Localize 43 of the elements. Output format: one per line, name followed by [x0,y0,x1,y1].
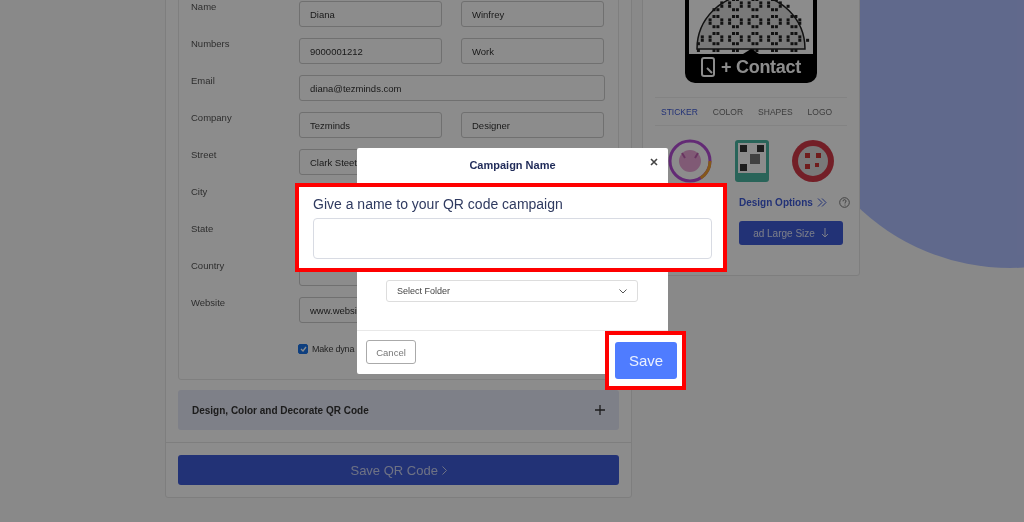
field-label: Street [191,148,218,162]
field-label: Country [191,259,226,273]
field-label: Name [191,0,218,14]
checkbox-label: Make dyna [312,344,355,354]
sticker-thumbnail[interactable] [668,139,712,183]
save-qr-button[interactable]: Save QR Code [178,455,619,485]
sticker-caption: + Contact [721,56,801,78]
field-label: Numbers [191,37,231,51]
sticker-thumbnail[interactable] [791,139,835,183]
close-icon[interactable] [648,156,660,168]
field-label: State [191,222,215,236]
field-label: Email [191,74,216,88]
input-field[interactable] [313,218,712,259]
field-label: City [191,185,209,199]
sticker-thumbnail[interactable] [733,139,770,183]
down-arrow-icon [820,228,829,238]
chevron-down-icon [619,288,627,294]
field-label: Website [191,296,227,310]
design-options-link[interactable]: Design Options [739,197,813,208]
cancel-button[interactable]: Cancel [366,340,416,364]
input-field[interactable]: diana@tezminds.com [299,75,605,101]
tab[interactable]: STICKER [661,106,698,117]
folder-select[interactable]: Select Folder [386,280,638,302]
input-field[interactable]: Tezminds [299,112,442,138]
checkbox[interactable] [298,344,308,354]
prompt-label: Give a name to your QR code campaign [313,196,563,212]
tab[interactable]: COLOR [712,106,744,117]
save-button[interactable]: Save [615,342,677,379]
input-field[interactable]: Diana [299,1,442,27]
phone-icon [701,57,716,77]
tab[interactable]: SHAPES [758,106,793,117]
input-field[interactable]: 9000001212 [299,38,442,64]
dialog-title: Campaign Name [468,159,557,171]
input-field[interactable]: Winfrey [461,1,604,27]
accordion-header[interactable]: Design, Color and Decorate QR Code [178,390,619,430]
double-chevron-icon [816,198,827,207]
accordion-title: Design, Color and Decorate QR Code [192,404,369,416]
tab[interactable]: LOGO [807,106,833,117]
input-field[interactable]: Work [461,38,604,64]
input-field[interactable]: Designer [461,112,604,138]
download-button[interactable]: ad Large Size [739,221,843,245]
field-label: Company [191,111,233,125]
help-icon[interactable] [838,197,850,208]
